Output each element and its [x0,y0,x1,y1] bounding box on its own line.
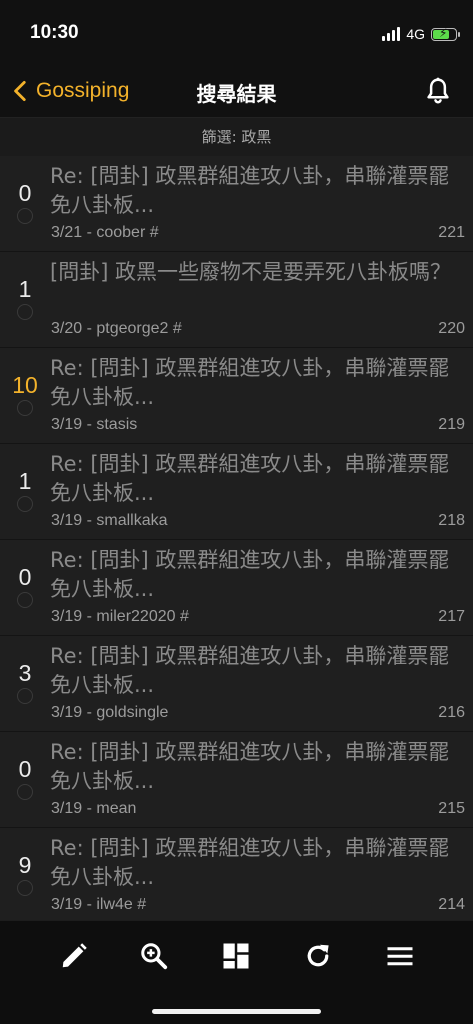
nav-bar: Gossiping 搜尋結果 [0,64,473,118]
post-row[interactable]: 0 Re: [問卦] 政黑群組進攻八卦，串聯灌票罷免八卦板... 3/19 - … [0,732,473,828]
bell-icon[interactable] [423,76,453,106]
network-label: 4G [406,26,425,42]
read-indicator [17,400,33,416]
dashboard-icon[interactable] [221,941,251,971]
read-indicator [17,880,33,896]
post-row[interactable]: 10 Re: [問卦] 政黑群組進攻八卦，串聯灌票罷免八卦板... 3/19 -… [0,348,473,444]
post-number: 218 [438,512,465,529]
post-title: Re: [問卦] 政黑群組進攻八卦，串聯灌票罷免八卦板... [50,452,450,505]
post-title: [問卦] 政黑一些廢物不是要弄死八卦板嗎？ [50,260,452,284]
post-row[interactable]: 0 Re: [問卦] 政黑群組進攻八卦，串聯灌票罷免八卦板... 3/21 - … [0,156,473,252]
refresh-icon[interactable] [303,941,333,971]
post-title: Re: [問卦] 政黑群組進攻八卦，串聯灌票罷免八卦板... [50,164,450,217]
push-count: 1 [18,276,32,302]
read-indicator [17,304,33,320]
post-meta: 3/19 - stasis [51,416,138,433]
push-count: 3 [18,660,32,686]
push-count: 0 [18,180,32,206]
post-title: Re: [問卦] 政黑群組進攻八卦，串聯灌票罷免八卦板... [50,644,450,697]
post-meta: 3/21 - coober # [51,224,159,241]
post-number: 216 [438,704,465,721]
post-row[interactable]: 9 Re: [問卦] 政黑群組進攻八卦，串聯灌票罷免八卦板... 3/19 - … [0,828,473,924]
post-meta: 3/19 - smallkaka [51,512,168,529]
push-count: 10 [12,372,38,398]
signal-icon [382,27,401,41]
status-time: 10:30 [30,22,79,43]
post-list: 0 Re: [問卦] 政黑群組進攻八卦，串聯灌票罷免八卦板... 3/21 - … [0,156,473,924]
post-meta: 3/20 - ptgeorge2 # [51,320,182,337]
post-row[interactable]: 1 [問卦] 政黑一些廢物不是要弄死八卦板嗎？ 3/20 - ptgeorge2… [0,252,473,348]
post-row[interactable]: 0 Re: [問卦] 政黑群組進攻八卦，串聯灌票罷免八卦板... 3/19 - … [0,540,473,636]
menu-icon[interactable] [385,941,415,971]
read-indicator [17,592,33,608]
battery-icon: ⚡ [431,26,460,41]
read-indicator [17,688,33,704]
post-number: 215 [438,800,465,817]
pencil-icon[interactable] [59,941,89,971]
post-number: 219 [438,416,465,433]
push-count: 9 [18,852,32,878]
read-indicator [17,496,33,512]
home-indicator[interactable] [152,1009,321,1014]
search-icon[interactable] [139,941,169,971]
status-bar: 10:30 4G ⚡ [0,0,473,64]
push-count: 0 [18,564,32,590]
push-count: 1 [18,468,32,494]
post-title: Re: [問卦] 政黑群組進攻八卦，串聯灌票罷免八卦板... [50,836,450,889]
post-number: 214 [438,896,465,913]
post-meta: 3/19 - mean [51,800,137,817]
filter-label: 篩選: 政黑 [0,118,473,156]
status-indicators: 4G ⚡ [382,25,460,43]
read-indicator [17,784,33,800]
post-title: Re: [問卦] 政黑群組進攻八卦，串聯灌票罷免八卦板... [50,356,450,409]
post-row[interactable]: 3 Re: [問卦] 政黑群組進攻八卦，串聯灌票罷免八卦板... 3/19 - … [0,636,473,732]
post-meta: 3/19 - goldsingle [51,704,169,721]
post-number: 220 [438,320,465,337]
post-title: Re: [問卦] 政黑群組進攻八卦，串聯灌票罷免八卦板... [50,548,450,601]
post-meta: 3/19 - miler22020 # [51,608,189,625]
page-title: 搜尋結果 [196,82,277,106]
post-number: 217 [438,608,465,625]
push-count: 0 [18,756,32,782]
post-meta: 3/19 - ilw4e # [51,896,147,913]
post-row[interactable]: 1 Re: [問卦] 政黑群組進攻八卦，串聯灌票罷免八卦板... 3/19 - … [0,444,473,540]
read-indicator [17,208,33,224]
post-number: 221 [438,224,465,241]
post-title: Re: [問卦] 政黑群組進攻八卦，串聯灌票罷免八卦板... [50,740,450,793]
